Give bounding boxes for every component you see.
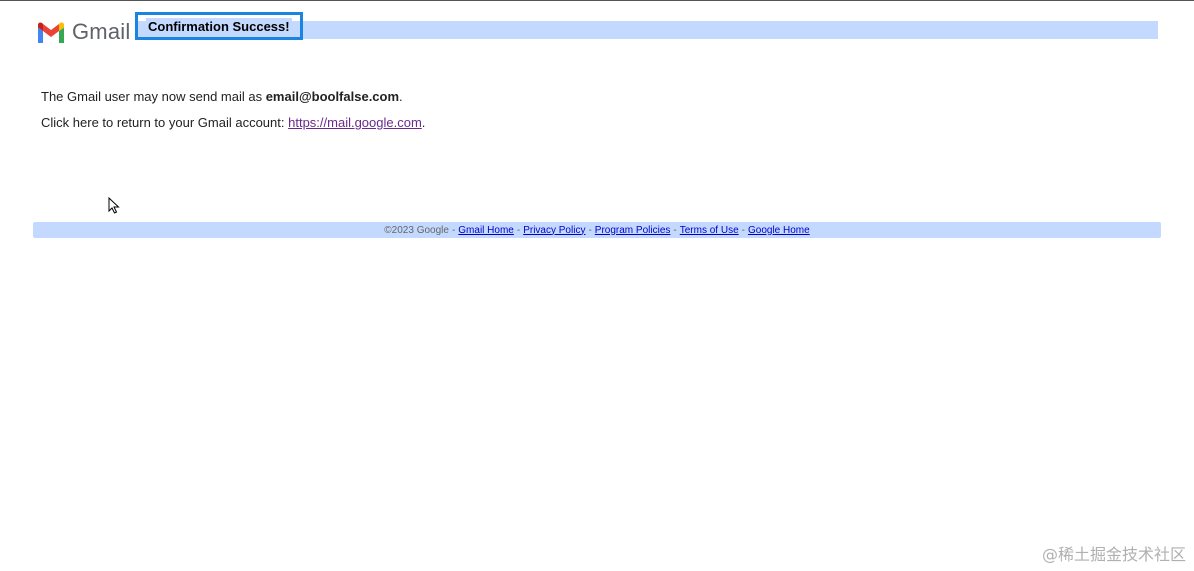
- email-address: email@boolfalse.com: [265, 89, 400, 104]
- gmail-account-link[interactable]: https://mail.google.com: [288, 115, 422, 130]
- return-message: Click here to return to your Gmail accou…: [41, 115, 425, 131]
- title-highlight-box: Confirmation Success!: [135, 12, 303, 40]
- content: The Gmail user may now send mail as emai…: [41, 89, 425, 141]
- footer-link-gmail-home[interactable]: Gmail Home: [458, 225, 514, 236]
- page-title: Confirmation Success!: [146, 17, 292, 35]
- footer-separator: -: [673, 224, 677, 236]
- return-text: Click here to return to your Gmail accou…: [41, 115, 289, 130]
- footer-separator: -: [741, 224, 745, 236]
- gmail-logo[interactable]: Gmail: [36, 18, 130, 46]
- message-text: The Gmail user may now send mail as: [41, 89, 266, 104]
- send-mail-message: The Gmail user may now send mail as emai…: [41, 89, 425, 105]
- footer-link-privacy-policy[interactable]: Privacy Policy: [523, 225, 585, 236]
- copyright: ©2023 Google: [384, 224, 449, 236]
- footer-link-program-policies[interactable]: Program Policies: [595, 225, 671, 236]
- footer-link-terms-of-use[interactable]: Terms of Use: [680, 225, 739, 236]
- footer-separator: -: [516, 224, 521, 236]
- top-border: [0, 0, 1194, 1]
- return-period: .: [421, 115, 426, 130]
- footer-separator: -: [588, 224, 592, 236]
- mouse-cursor-icon: [108, 196, 120, 219]
- watermark: @稀土掘金技术社区: [1041, 545, 1186, 564]
- gmail-m-icon: [38, 22, 64, 43]
- footer-bar: ©2023 Google - Gmail Home - Privacy Poli…: [33, 222, 1161, 238]
- message-period: .: [399, 89, 403, 104]
- footer-separator: -: [451, 224, 456, 236]
- logo-text: Gmail: [72, 19, 131, 44]
- footer-link-google-home[interactable]: Google Home: [748, 225, 810, 236]
- header: Gmail Confirmation Success!: [36, 12, 1160, 48]
